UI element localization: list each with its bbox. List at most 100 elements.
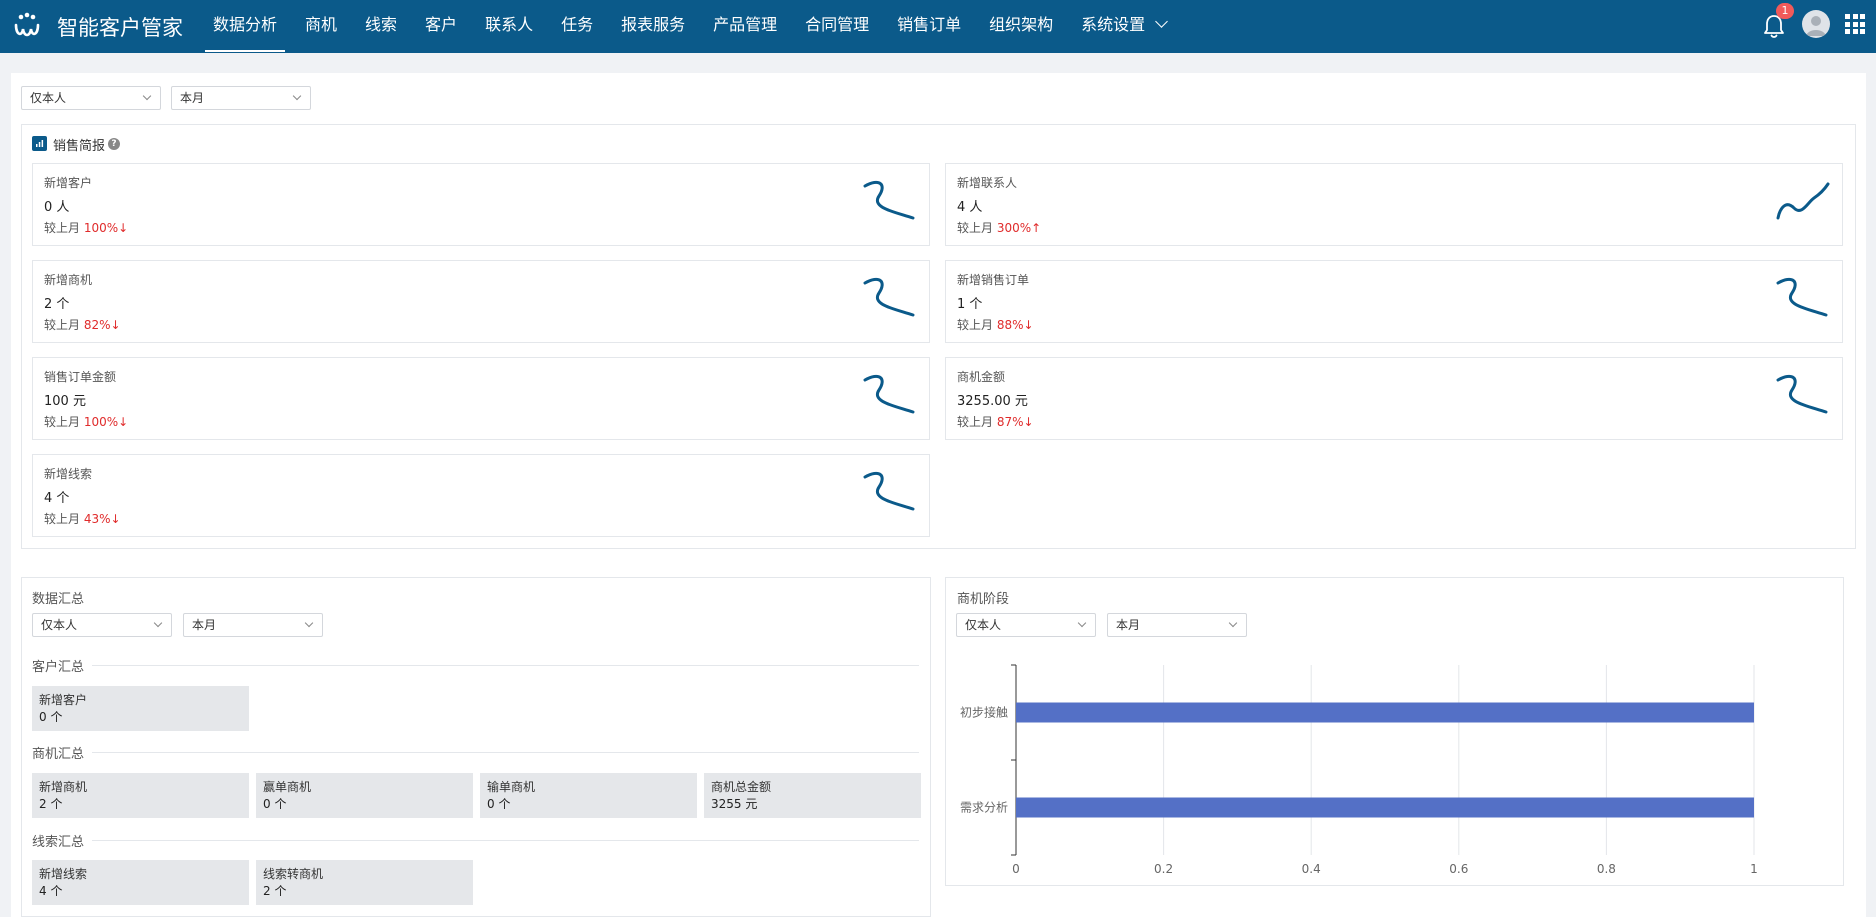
compare-change: 100%↓: [83, 415, 129, 429]
x-tick-label: 0.6: [1449, 862, 1468, 876]
nav-item-customers[interactable]: 客户: [417, 0, 465, 53]
chevron-down-icon: [142, 91, 152, 101]
apps-grid-icon[interactable]: [1845, 14, 1865, 34]
stage-scope-select[interactable]: 仅本人: [956, 613, 1096, 637]
divider: [32, 752, 919, 753]
card-label: 新增客户: [44, 176, 93, 190]
x-tick-label: 0.8: [1597, 862, 1616, 876]
nav-item-data-analysis[interactable]: 数据分析: [205, 0, 286, 53]
card-label: 新增线索: [44, 467, 93, 481]
stat-new-customers: 新增客户 0 个: [32, 686, 249, 731]
card-compare: 较上月 300%↑: [957, 219, 1041, 236]
card-label: 商机金额: [957, 370, 1006, 384]
card-label: 销售订单金额: [44, 370, 117, 384]
card-value: 2 个: [44, 297, 70, 312]
stat-value: 0 个: [487, 797, 511, 811]
card-new-sales-orders[interactable]: 新增销售订单 1 个 较上月 88%↓: [945, 260, 1843, 343]
trend-sparkline-icon: [1776, 182, 1830, 220]
compare-prefix: 较上月: [44, 318, 81, 332]
compare-change: 82%↓: [83, 318, 121, 332]
notification-badge[interactable]: 1: [1776, 3, 1794, 19]
summary-period-value: 本月: [192, 618, 217, 632]
card-compare: 较上月 82%↓: [44, 316, 121, 333]
card-label: 新增商机: [44, 273, 93, 287]
nav-item-reports[interactable]: 报表服务: [613, 0, 693, 53]
scope-select[interactable]: 仅本人: [21, 86, 161, 110]
user-icon: [1806, 16, 1826, 36]
compare-change: 100%↓: [83, 221, 129, 235]
card-new-contacts[interactable]: 新增联系人 4 人 较上月 300%↑: [945, 163, 1843, 246]
trend-sparkline-icon: [863, 277, 915, 317]
chevron-down-icon: [1077, 618, 1087, 628]
stat-lost-opportunities: 输单商机 0 个: [480, 773, 697, 818]
nav-item-system-settings-label: 系统设置: [1081, 15, 1146, 34]
stat-value: 2 个: [39, 797, 63, 811]
chevron-down-icon: [153, 618, 163, 628]
logo-icon[interactable]: [12, 11, 42, 41]
main-nav: 数据分析 商机 线索 客户 联系人 任务 报表服务 产品管理 合同管理 销售订单…: [205, 0, 1186, 53]
nav-item-products[interactable]: 产品管理: [705, 0, 785, 53]
stat-value: 4 个: [39, 884, 63, 898]
card-value: 0 人: [44, 200, 70, 215]
top-navigation-bar: 智能客户管家 数据分析 商机 线索 客户 联系人 任务 报表服务 产品管理 合同…: [0, 0, 1876, 53]
compare-prefix: 较上月: [44, 221, 81, 235]
card-compare: 较上月 87%↓: [957, 413, 1034, 430]
card-value: 4 人: [957, 200, 983, 215]
card-label: 新增销售订单: [957, 273, 1030, 287]
compare-change: 88%↓: [996, 318, 1034, 332]
stat-label: 商机总金额: [711, 780, 772, 794]
card-compare: 较上月 100%↓: [44, 413, 128, 430]
card-compare: 较上月 43%↓: [44, 510, 121, 527]
x-tick-label: 1: [1750, 862, 1758, 876]
opportunity-summary-title: 商机汇总: [32, 743, 93, 762]
app-title[interactable]: 智能客户管家: [57, 12, 183, 42]
compare-prefix: 较上月: [957, 415, 994, 429]
scope-select-value: 仅本人: [30, 91, 67, 105]
chevron-down-icon: [292, 91, 302, 101]
nav-item-contacts[interactable]: 联系人: [477, 0, 541, 53]
card-value: 4 个: [44, 491, 70, 506]
stat-won-opportunities: 赢单商机 0 个: [256, 773, 473, 818]
chevron-down-icon: [1228, 618, 1238, 628]
compare-change: 43%↓: [83, 512, 121, 526]
nav-item-tasks[interactable]: 任务: [553, 0, 601, 53]
stat-new-leads: 新增线索 4 个: [32, 860, 249, 905]
card-compare: 较上月 88%↓: [957, 316, 1034, 333]
report-icon: [32, 136, 47, 151]
stat-label: 线索转商机: [263, 867, 324, 881]
nav-item-opportunity[interactable]: 商机: [297, 0, 345, 53]
summary-scope-select[interactable]: 仅本人: [32, 613, 172, 637]
stage-scope-value: 仅本人: [965, 618, 1002, 632]
help-icon[interactable]: ?: [108, 138, 120, 150]
nav-item-system-settings[interactable]: 系统设置: [1073, 0, 1174, 53]
divider: [32, 840, 919, 841]
card-opportunity-amount[interactable]: 商机金额 3255.00 元 较上月 87%↓: [945, 357, 1843, 440]
nav-item-sales-orders[interactable]: 销售订单: [889, 0, 969, 53]
sales-report-title: 销售简报: [53, 139, 106, 154]
stat-value: 2 个: [263, 884, 287, 898]
card-new-leads[interactable]: 新增线索 4 个 较上月 43%↓: [32, 454, 930, 537]
nav-item-organization[interactable]: 组织架构: [981, 0, 1061, 53]
bar: [1016, 702, 1754, 723]
trend-sparkline-icon: [863, 180, 915, 220]
x-tick-label: 0.2: [1154, 862, 1173, 876]
nav-item-leads[interactable]: 线索: [357, 0, 405, 53]
stat-label: 赢单商机: [263, 780, 312, 794]
avatar[interactable]: [1802, 10, 1830, 38]
stat-opportunity-total: 商机总金额 3255 元: [704, 773, 921, 818]
summary-period-select[interactable]: 本月: [183, 613, 323, 637]
card-new-opportunities[interactable]: 新增商机 2 个 较上月 82%↓: [32, 260, 930, 343]
card-value: 3255.00 元: [957, 394, 1028, 409]
opportunity-stage-chart: 0 0.2 0.4 0.6 0.8 1 初步接触需求分析: [960, 664, 1758, 876]
x-tick-label: 0: [1012, 862, 1020, 876]
nav-item-contracts[interactable]: 合同管理: [797, 0, 877, 53]
stat-value: 3255 元: [711, 797, 758, 811]
period-select[interactable]: 本月: [171, 86, 311, 110]
card-value: 100 元: [44, 394, 86, 409]
compare-prefix: 较上月: [44, 512, 81, 526]
card-value: 1 个: [957, 297, 983, 312]
card-sales-order-amount[interactable]: 销售订单金额 100 元 较上月 100%↓: [32, 357, 930, 440]
card-new-customers[interactable]: 新增客户 0 人 较上月 100%↓: [32, 163, 930, 246]
stat-label: 新增客户: [39, 693, 88, 707]
stage-period-select[interactable]: 本月: [1107, 613, 1247, 637]
